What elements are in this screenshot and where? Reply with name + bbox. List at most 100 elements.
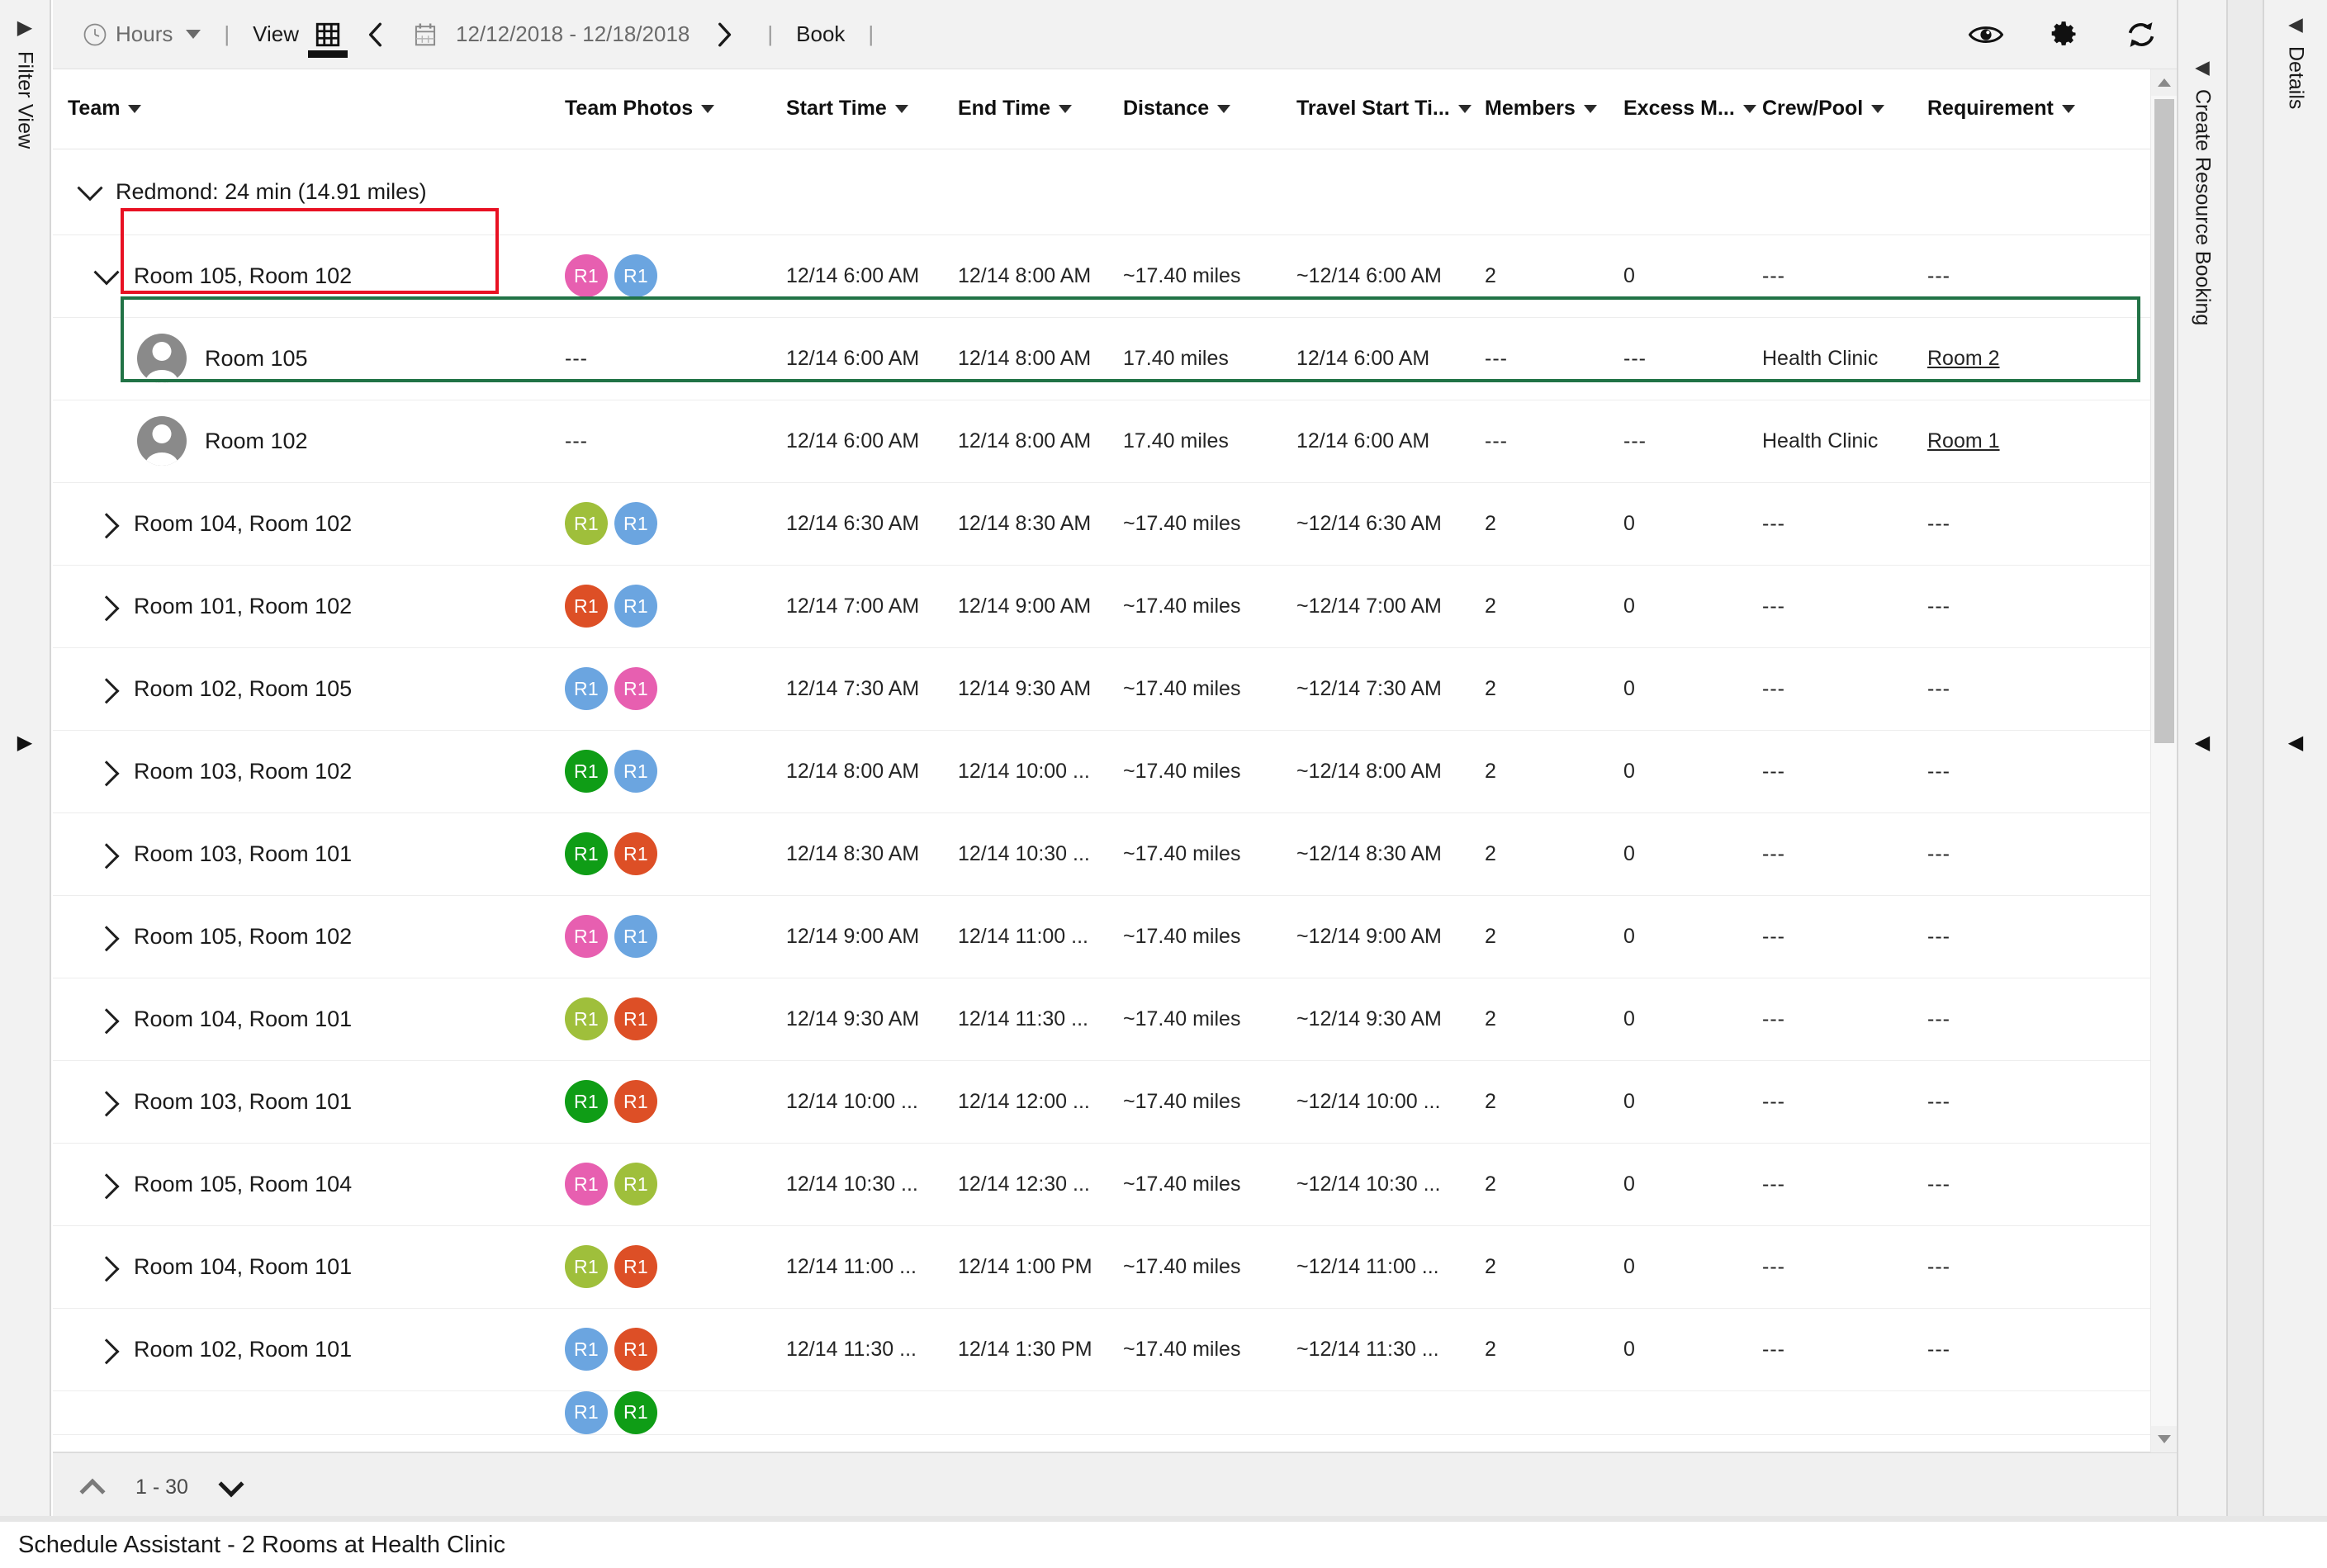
create-resource-booking-bottom-icon[interactable]: ◀ — [2195, 733, 2210, 753]
column-header-end-time[interactable]: End Time — [958, 69, 1123, 149]
filter-view-label[interactable]: Filter View — [13, 51, 37, 149]
team-member-avatar[interactable]: R1 — [565, 1080, 608, 1123]
team-member-avatar[interactable]: R1 — [565, 1163, 608, 1206]
cell-team[interactable]: Room 105, Room 102 — [53, 895, 565, 978]
table-row[interactable]: Room 104, Room 101 R1 R1 12/14 9:30 AM 12/14… — [53, 978, 2150, 1061]
filter-view-bottom-expand-icon[interactable]: ▶ — [17, 733, 32, 753]
chevron-right-icon[interactable] — [93, 843, 120, 869]
team-member-avatar[interactable]: R1 — [614, 667, 657, 710]
scrollbar-thumb[interactable] — [2154, 99, 2174, 743]
details-bottom-icon[interactable]: ◀ — [2288, 733, 2303, 753]
date-range-display[interactable]: 12/12/2018 - 12/18/2018 — [449, 0, 696, 69]
team-cell[interactable]: Room 103, Room 102 — [68, 759, 565, 787]
team-cell[interactable]: Room 104, Room 102 — [68, 511, 565, 539]
scroll-up-button[interactable] — [2151, 69, 2178, 96]
calendar-picker-button[interactable] — [401, 0, 449, 69]
filter-view-rail[interactable]: ▶ Filter View ▶ — [0, 0, 51, 1522]
cell-team[interactable] — [53, 1390, 565, 1435]
team-cell[interactable]: Room 105, Room 104 — [68, 1172, 565, 1200]
team-member-avatar[interactable]: R1 — [565, 750, 608, 793]
table-row[interactable]: Room 103, Room 102 R1 R1 12/14 8:00 AM 12/14… — [53, 730, 2150, 813]
team-cell[interactable]: Room 101, Room 102 — [68, 594, 565, 622]
team-cell[interactable]: Room 104, Room 101 — [68, 1007, 565, 1035]
team-member-avatar[interactable]: R1 — [614, 502, 657, 545]
next-period-button[interactable] — [696, 0, 751, 69]
column-header-members[interactable]: Members — [1485, 69, 1623, 149]
table-row[interactable]: Room 105, Room 102 R1 R1 12/14 6:00 AM 12/14… — [53, 234, 2150, 318]
details-label[interactable]: Details — [2284, 46, 2308, 109]
chevron-right-icon[interactable] — [93, 760, 120, 787]
table-row[interactable]: Room 102, Room 101 R1 R1 12/14 11:30 ... 12/… — [53, 1308, 2150, 1391]
team-member-avatar[interactable]: R1 — [565, 502, 608, 545]
page-next-button[interactable] — [213, 1470, 249, 1506]
book-button[interactable]: Book — [789, 0, 851, 69]
cell-team[interactable]: Room 101, Room 102 — [53, 565, 565, 648]
table-row[interactable]: R1 R1 — [53, 1390, 2150, 1435]
chevron-right-icon[interactable] — [93, 513, 120, 539]
cell-team[interactable]: Room 104, Room 101 — [53, 978, 565, 1061]
table-row[interactable]: Room 105, Room 104 R1 R1 12/14 10:30 ... 12/… — [53, 1143, 2150, 1226]
table-row[interactable]: Room 101, Room 102 R1 R1 12/14 7:00 AM 12/14… — [53, 565, 2150, 648]
scroll-down-button[interactable] — [2151, 1426, 2178, 1452]
requirement-link[interactable]: Room 1 — [1927, 429, 2000, 452]
team-member-avatar[interactable]: R1 — [565, 1328, 608, 1371]
details-expand-icon[interactable]: ◀ — [2288, 15, 2303, 34]
hours-dropdown-button[interactable] — [179, 0, 207, 69]
team-cell[interactable]: Room 105, Room 102 — [68, 924, 565, 952]
create-resource-booking-rail[interactable]: ◀ Create Resource Booking ◀ — [2177, 0, 2228, 1522]
cell-team[interactable]: Room 104, Room 101 — [53, 1225, 565, 1309]
table-row[interactable]: Room 102 --- 12/14 6:00 AM 12/14 8:00 AM 17.… — [53, 400, 2150, 483]
column-header-team[interactable]: Team — [53, 69, 565, 149]
team-cell[interactable]: Room 105, Room 102 — [68, 259, 565, 289]
cell-team[interactable]: Room 102, Room 101 — [53, 1308, 565, 1391]
team-cell[interactable]: Room 103, Room 101 — [68, 841, 565, 869]
refresh-icon[interactable] — [2126, 21, 2157, 49]
table-row[interactable]: Room 105 --- 12/14 6:00 AM 12/14 8:00 AM 17.… — [53, 317, 2150, 400]
hours-selector[interactable]: Hours — [76, 0, 179, 69]
team-cell[interactable]: Room 105 — [68, 334, 565, 383]
team-member-avatar[interactable]: R1 — [614, 1080, 657, 1123]
gear-icon[interactable] — [2050, 20, 2079, 50]
team-cell[interactable]: Room 102, Room 101 — [68, 1337, 565, 1365]
table-row[interactable]: Room 103, Room 101 R1 R1 12/14 10:00 ... 12/… — [53, 1060, 2150, 1144]
cell-team[interactable]: Room 102 — [53, 400, 565, 483]
team-member-avatar[interactable]: R1 — [614, 915, 657, 958]
column-header-start-time[interactable]: Start Time — [786, 69, 958, 149]
group-row-toggle[interactable]: Redmond: 24 min (14.91 miles) — [63, 164, 445, 220]
team-member-avatar[interactable]: R1 — [565, 915, 608, 958]
chevron-right-icon[interactable] — [93, 1173, 120, 1200]
team-member-avatar[interactable]: R1 — [614, 585, 657, 628]
table-row[interactable]: Room 104, Room 101 R1 R1 12/14 11:00 ... 12/… — [53, 1225, 2150, 1309]
cell-team[interactable]: Room 104, Room 102 — [53, 482, 565, 566]
cell-team[interactable]: Room 105, Room 104 — [53, 1143, 565, 1226]
cell-team[interactable]: Room 103, Room 102 — [53, 730, 565, 813]
column-header-crew-pool[interactable]: Crew/Pool — [1762, 69, 1927, 149]
chevron-right-icon[interactable] — [93, 678, 120, 704]
column-header-travel-start-time[interactable]: Travel Start Ti... — [1296, 69, 1485, 149]
cell-team[interactable]: Room 105 — [53, 317, 565, 400]
team-member-avatar[interactable]: R1 — [614, 1245, 657, 1288]
team-member-avatar[interactable]: R1 — [565, 1390, 608, 1433]
cell-team[interactable]: Room 103, Room 101 — [53, 1060, 565, 1144]
chevron-down-icon[interactable] — [93, 259, 120, 286]
team-member-avatar[interactable]: R1 — [614, 1328, 657, 1371]
team-member-avatar[interactable]: R1 — [565, 1245, 608, 1288]
table-row[interactable]: Room 105, Room 102 R1 R1 12/14 9:00 AM 12/14… — [53, 895, 2150, 978]
filter-view-expand-icon[interactable]: ▶ — [17, 18, 32, 38]
cell-team[interactable]: Room 102, Room 105 — [53, 647, 565, 731]
vertical-scrollbar[interactable] — [2150, 69, 2178, 1452]
table-row[interactable]: Room 104, Room 102 R1 R1 12/14 6:30 AM 12/14… — [53, 482, 2150, 566]
create-resource-booking-label[interactable]: Create Resource Booking — [2191, 89, 2215, 325]
grid-view-button[interactable] — [306, 0, 350, 69]
team-cell[interactable]: Room 103, Room 101 — [68, 1089, 565, 1117]
team-cell[interactable]: Room 104, Room 101 — [68, 1254, 565, 1282]
page-previous-button[interactable] — [74, 1470, 111, 1506]
team-member-avatar[interactable]: R1 — [565, 832, 608, 875]
team-member-avatar[interactable]: R1 — [614, 997, 657, 1040]
team-member-avatar[interactable]: R1 — [614, 832, 657, 875]
team-member-avatar[interactable]: R1 — [614, 1390, 657, 1433]
team-member-avatar[interactable]: R1 — [565, 585, 608, 628]
column-header-distance[interactable]: Distance — [1123, 69, 1296, 149]
chevron-right-icon[interactable] — [93, 1256, 120, 1282]
chevron-right-icon[interactable] — [93, 1008, 120, 1035]
